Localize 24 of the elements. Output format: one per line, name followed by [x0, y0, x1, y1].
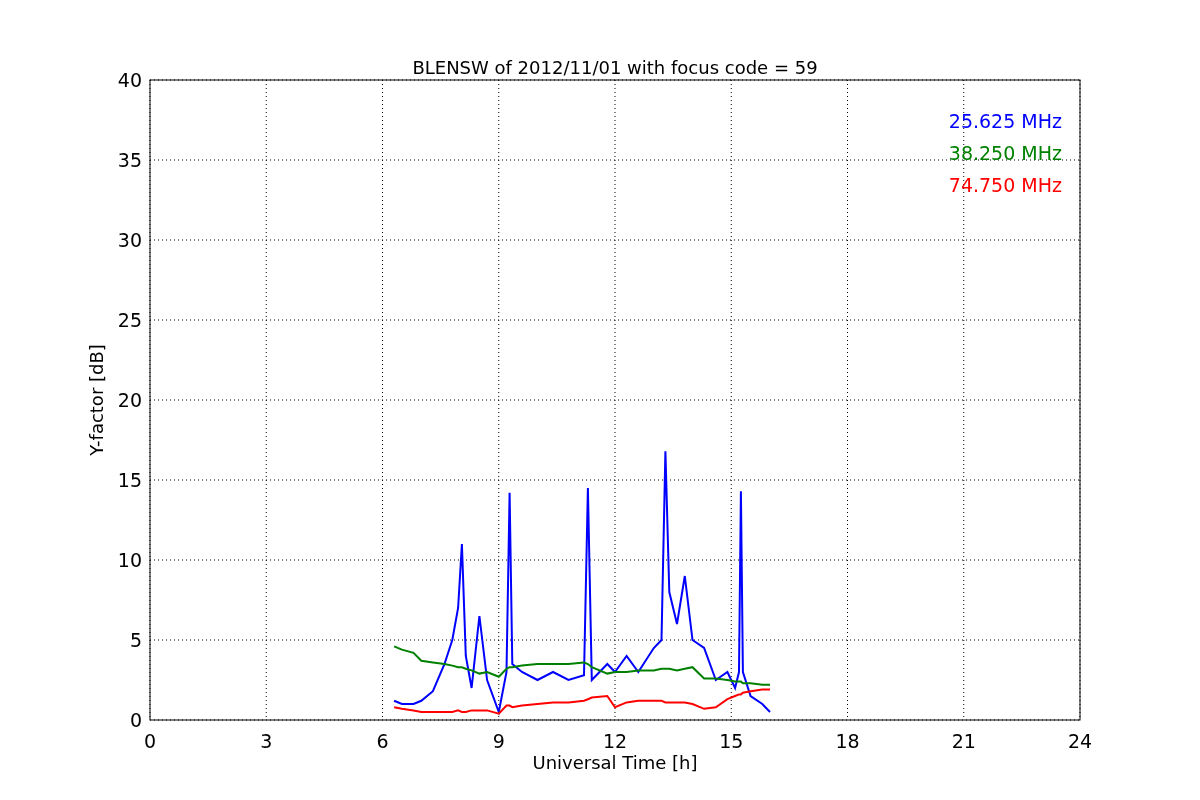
- x-tick-label: 24: [1067, 730, 1093, 752]
- y-tick-label: 10: [117, 549, 142, 571]
- y-axis-label: Y-factor [dB]: [86, 344, 107, 456]
- x-tick-label: 0: [143, 730, 157, 752]
- y-tick-label: 35: [117, 149, 142, 171]
- y-tick-label: 25: [117, 309, 142, 331]
- chart-title: BLENSW of 2012/11/01 with focus code = 59: [412, 57, 818, 78]
- x-axis-label: Universal Time [h]: [532, 752, 698, 773]
- y-tick-label: 20: [117, 389, 142, 411]
- x-tick-label: 6: [376, 730, 389, 752]
- x-tick-label: 18: [835, 730, 860, 752]
- x-tick-label: 9: [492, 730, 505, 752]
- y-tick-label: 40: [117, 69, 142, 91]
- y-tick-label: 30: [117, 229, 142, 251]
- y-tick-label: 0: [129, 709, 142, 731]
- y-tick-label: 15: [117, 469, 142, 491]
- x-tick-label: 15: [719, 730, 744, 752]
- legend-label: 38.250 MHz: [948, 142, 1062, 164]
- x-tick-label: 3: [260, 730, 273, 752]
- y-tick-label: 5: [129, 629, 142, 651]
- x-tick-label: 21: [951, 730, 976, 752]
- legend-label: 25.625 MHz: [948, 110, 1062, 132]
- x-tick-label: 12: [602, 730, 628, 752]
- legend-label: 74.750 MHz: [948, 174, 1062, 196]
